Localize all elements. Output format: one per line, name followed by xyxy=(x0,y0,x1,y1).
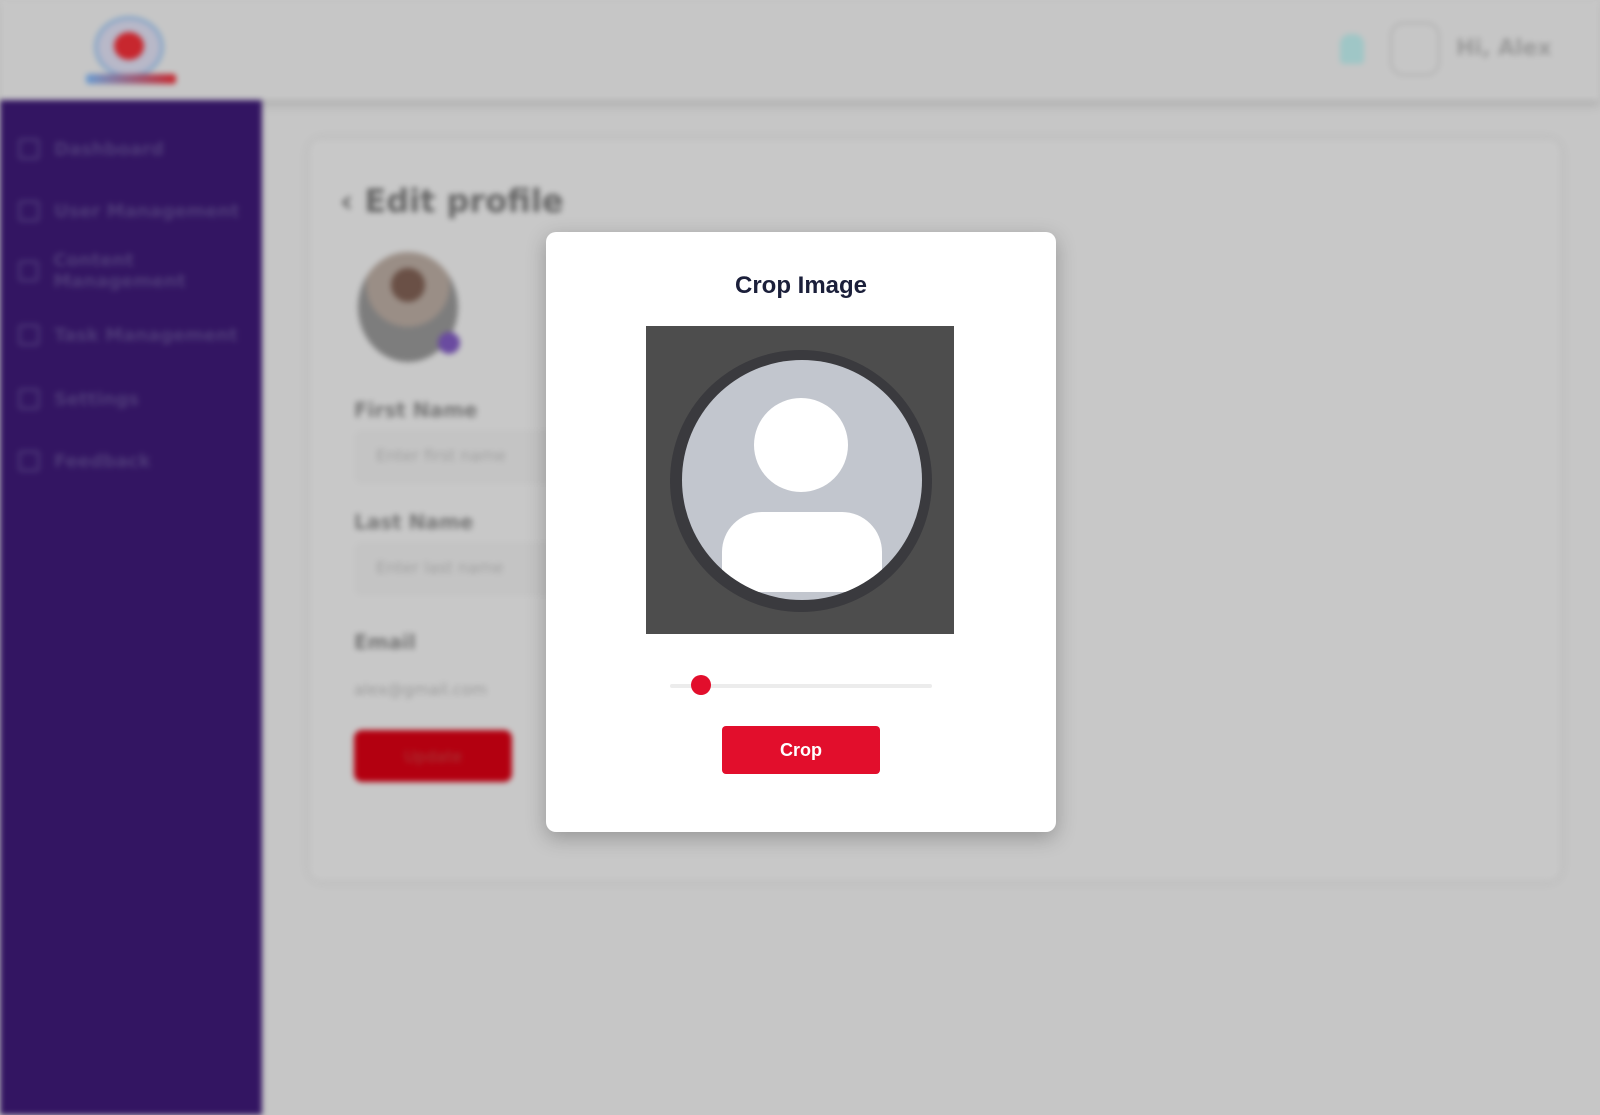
sidebar-item-label: Settings xyxy=(54,388,139,410)
crop-button[interactable]: Crop xyxy=(722,726,880,774)
email-label: Email xyxy=(354,630,416,654)
default-avatar-icon xyxy=(682,360,922,600)
sidebar-item-label: Dashboard xyxy=(54,138,164,160)
avatar-head xyxy=(754,398,848,492)
sidebar: Dashboard User Management Content Manage… xyxy=(0,100,262,1115)
user-avatar[interactable] xyxy=(1390,22,1440,76)
edit-photo-icon[interactable] xyxy=(438,332,460,354)
page-title-text: Edit profile xyxy=(364,182,564,220)
tasks-icon xyxy=(18,324,40,346)
document-icon xyxy=(18,260,40,282)
users-icon xyxy=(18,200,40,222)
app-logo xyxy=(86,14,176,86)
last-name-label: Last Name xyxy=(354,510,474,534)
back-arrow-icon[interactable]: ‹ xyxy=(340,182,364,220)
avatar-body xyxy=(722,512,882,592)
feedback-icon xyxy=(18,450,40,472)
crop-selection-circle[interactable] xyxy=(670,350,932,612)
email-value: alex@gmail.com xyxy=(354,680,487,699)
sidebar-item-label: Content Management xyxy=(53,250,186,292)
sidebar-item-feedback[interactable]: Feedback xyxy=(18,446,151,476)
notification-bell-icon[interactable] xyxy=(1340,34,1364,64)
gear-icon xyxy=(18,388,40,410)
sidebar-item-label: Task Management xyxy=(54,324,238,346)
first-name-label: First Name xyxy=(354,398,478,422)
crop-area[interactable] xyxy=(646,326,954,634)
modal-title: Crop Image xyxy=(734,272,868,299)
sidebar-item-label: User Management xyxy=(54,200,240,222)
sidebar-item-label: Feedback xyxy=(54,450,151,472)
zoom-slider-thumb[interactable] xyxy=(691,675,712,695)
sidebar-item-content-management[interactable]: Content Management xyxy=(18,250,262,292)
page-title: ‹ Edit profile xyxy=(340,182,564,220)
sidebar-item-settings[interactable]: Settings xyxy=(18,384,139,414)
user-name[interactable]: Hi, Alex xyxy=(1456,36,1552,61)
sidebar-item-dashboard[interactable]: Dashboard xyxy=(18,134,164,164)
sidebar-item-task-management[interactable]: Task Management xyxy=(18,320,238,350)
sidebar-item-user-management[interactable]: User Management xyxy=(18,196,239,226)
update-button[interactable]: Update xyxy=(354,730,512,782)
crop-image-modal: Crop Image Crop xyxy=(546,232,1056,832)
grid-icon xyxy=(18,138,40,160)
top-bar: Hi, Alex xyxy=(0,0,1600,100)
